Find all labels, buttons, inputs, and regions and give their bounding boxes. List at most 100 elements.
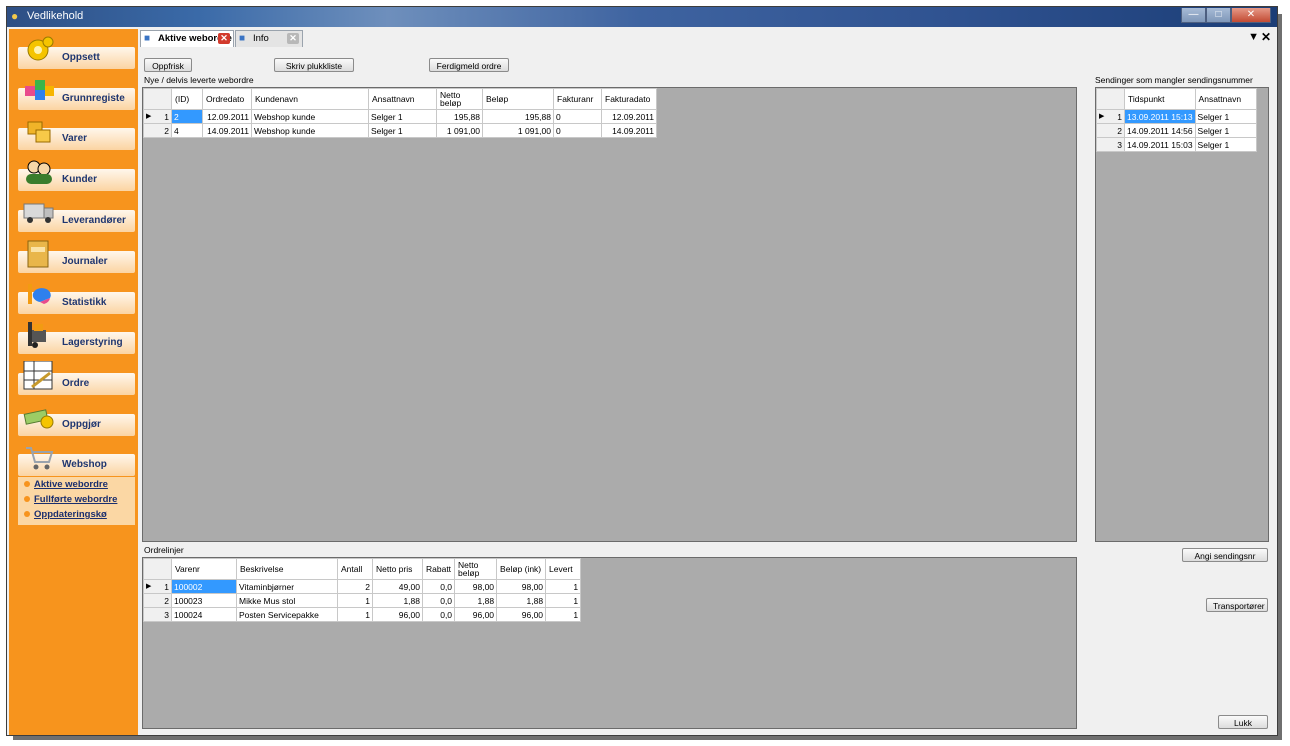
column-header[interactable]: Netto beløp <box>436 88 483 110</box>
table-row[interactable]: 3 14.09.2011 15:03 Selger 1 <box>1096 137 1257 152</box>
column-header[interactable]: Levert <box>545 558 582 580</box>
cell-item-no[interactable]: 100023 <box>171 593 237 608</box>
cell-item-no[interactable]: 100002 <box>171 579 237 594</box>
row-number[interactable]: 2 <box>1096 123 1125 138</box>
table-row[interactable]: 2 100023 Mikke Mus stol 1 1,88 0,0 1,88 … <box>143 593 582 608</box>
cell-amount[interactable]: 1 091,00 <box>482 123 554 138</box>
column-header[interactable]: Fakturanr <box>553 88 602 110</box>
cell-time[interactable]: 14.09.2011 14:56 <box>1124 123 1196 138</box>
cell-delivered[interactable]: 1 <box>545 593 582 608</box>
cell-discount[interactable]: 0,0 <box>421 607 456 622</box>
cell-net-price[interactable]: 49,00 <box>372 579 423 594</box>
cell-item-no[interactable]: 100024 <box>171 607 237 622</box>
cell-amount[interactable]: 98,00 <box>496 579 547 594</box>
minimize-button[interactable]: — <box>1181 8 1206 23</box>
column-header[interactable]: Beløp <box>482 88 554 110</box>
maximize-button[interactable]: □ <box>1206 8 1231 23</box>
complete-order-button[interactable]: Ferdigmeld ordre <box>429 58 509 72</box>
column-header[interactable]: Ansattnavn <box>1194 88 1257 110</box>
column-header[interactable]: Ordredato <box>202 88 252 110</box>
table-row[interactable]: 2 4 14.09.2011 Webshop kunde Selger 1 1 … <box>143 123 657 138</box>
column-header[interactable]: Beskrivelse <box>236 558 338 580</box>
cell-quantity[interactable]: 2 <box>337 579 373 594</box>
cell-quantity[interactable]: 1 <box>337 607 373 622</box>
cell-net-amount[interactable]: 195,88 <box>436 109 483 124</box>
sidebar-item-statistikk[interactable]: Statistikk <box>18 284 135 314</box>
cell-description[interactable]: Vitaminbjørner <box>236 579 338 594</box>
row-number[interactable]: 2 <box>143 593 172 608</box>
cell-invoice-no[interactable]: 0 <box>553 109 602 124</box>
cell-customer[interactable]: Webshop kunde <box>251 109 369 124</box>
column-header[interactable]: Ansattnavn <box>368 88 437 110</box>
cell-net-amount[interactable]: 1 091,00 <box>436 123 483 138</box>
close-window-button[interactable]: ✕ <box>1231 8 1271 23</box>
table-row[interactable]: 3 100024 Posten Servicepakke 1 96,00 0,0… <box>143 607 582 622</box>
shipments-grid[interactable]: Tidspunkt Ansattnavn ▶ 1 13.09.2011 15:13… <box>1095 87 1269 542</box>
cell-invoice-date[interactable]: 14.09.2011 <box>601 123 657 138</box>
row-number[interactable]: 2 <box>143 123 172 138</box>
cell-amount[interactable]: 96,00 <box>496 607 547 622</box>
submenu-link-aktive-webordre[interactable]: Aktive webordre <box>24 479 108 490</box>
row-number[interactable]: ▶ 1 <box>143 109 172 124</box>
row-number[interactable]: ▶ 1 <box>143 579 172 594</box>
refresh-button[interactable]: Oppfrisk <box>144 58 192 72</box>
column-header[interactable]: Varenr <box>171 558 237 580</box>
sidebar-item-grunnregiste[interactable]: Grunnregiste <box>18 80 135 110</box>
sidebar-item-oppgjor[interactable]: Oppgjør <box>18 409 135 436</box>
sidebar-item-kunder[interactable]: Kunder <box>18 160 135 191</box>
cell-time[interactable]: 14.09.2011 15:03 <box>1124 137 1196 152</box>
table-row[interactable]: ▶ 1 13.09.2011 15:13 Selger 1 <box>1096 109 1257 124</box>
column-header[interactable]: Antall <box>337 558 373 580</box>
column-header[interactable]: Netto beløp <box>454 558 498 580</box>
sidebar-item-lagerstyring[interactable]: Lagerstyring <box>18 322 135 354</box>
carriers-button[interactable]: Transportører <box>1206 598 1268 612</box>
cell-invoice-no[interactable]: 0 <box>553 123 602 138</box>
table-row[interactable]: ▶ 1 100002 Vitaminbjørner 2 49,00 0,0 98,… <box>143 579 582 594</box>
cell-order-date[interactable]: 12.09.2011 <box>202 109 252 124</box>
sidebar-item-leverandorer[interactable]: Leverandører <box>18 203 135 232</box>
cell-description[interactable]: Mikke Mus stol <box>236 593 338 608</box>
sidebar-item-journaler[interactable]: Journaler <box>18 240 135 273</box>
column-header[interactable]: (ID) <box>171 88 203 110</box>
order-lines-grid[interactable]: Varenr Beskrivelse Antall Netto pris Rab… <box>142 557 1077 729</box>
cell-employee[interactable]: Selger 1 <box>368 109 437 124</box>
column-header[interactable]: Kundenavn <box>251 88 369 110</box>
tab-info[interactable]: ■ Info ✕ <box>235 30 303 47</box>
tab-aktive-webordre[interactable]: ■ Aktive webordre ✕ <box>140 30 234 47</box>
cell-time[interactable]: 13.09.2011 15:13 <box>1124 109 1196 124</box>
cell-net-price[interactable]: 96,00 <box>372 607 423 622</box>
close-icon[interactable]: ✕ <box>1261 30 1271 44</box>
cell-employee[interactable]: Selger 1 <box>368 123 437 138</box>
close-tab-icon[interactable]: ✕ <box>218 33 230 44</box>
row-number[interactable]: ▶ 1 <box>1096 109 1125 124</box>
cell-employee[interactable]: Selger 1 <box>1194 137 1257 152</box>
cell-net-price[interactable]: 1,88 <box>372 593 423 608</box>
title-bar[interactable]: ● Vedlikehold — □ ✕ <box>7 7 1277 27</box>
cell-delivered[interactable]: 1 <box>545 579 582 594</box>
set-shipment-number-button[interactable]: Angi sendingsnr <box>1182 548 1268 562</box>
cell-order-date[interactable]: 14.09.2011 <box>202 123 252 138</box>
cell-invoice-date[interactable]: 12.09.2011 <box>601 109 657 124</box>
cell-amount[interactable]: 1,88 <box>496 593 547 608</box>
sidebar-item-webshop[interactable]: Webshop <box>18 447 135 476</box>
cell-amount[interactable]: 195,88 <box>482 109 554 124</box>
cell-id[interactable]: 4 <box>171 123 203 138</box>
sidebar-item-oppsett[interactable]: Oppsett <box>18 36 135 69</box>
cell-delivered[interactable]: 1 <box>545 607 582 622</box>
cell-id[interactable]: 2 <box>171 109 203 124</box>
cell-employee[interactable]: Selger 1 <box>1194 109 1257 124</box>
submenu-link-fullforte-webordre[interactable]: Fullførte webordre <box>24 494 117 505</box>
table-row[interactable]: 2 14.09.2011 14:56 Selger 1 <box>1096 123 1257 138</box>
orders-grid[interactable]: (ID) Ordredato Kundenavn Ansattnavn Nett… <box>142 87 1077 542</box>
column-header[interactable]: Fakturadato <box>601 88 657 110</box>
cell-net-amount[interactable]: 96,00 <box>454 607 498 622</box>
cell-net-amount[interactable]: 1,88 <box>454 593 498 608</box>
cell-quantity[interactable]: 1 <box>337 593 373 608</box>
cell-discount[interactable]: 0,0 <box>421 579 456 594</box>
cell-net-amount[interactable]: 98,00 <box>454 579 498 594</box>
submenu-link-oppdateringsko[interactable]: Oppdateringskø <box>24 509 107 520</box>
table-row[interactable]: ▶ 1 2 12.09.2011 Webshop kunde Selger 1 1… <box>143 109 657 124</box>
cell-discount[interactable]: 0,0 <box>421 593 456 608</box>
close-tab-icon[interactable]: ✕ <box>287 33 299 44</box>
close-button[interactable]: Lukk <box>1218 715 1268 729</box>
